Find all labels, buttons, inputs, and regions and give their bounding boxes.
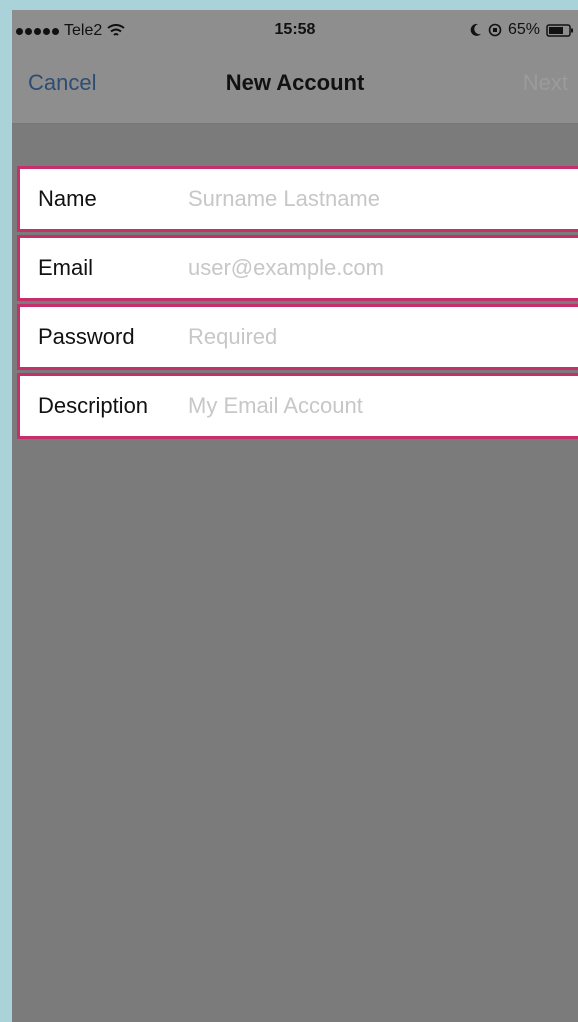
status-right: 65%: [468, 22, 574, 38]
next-button[interactable]: Next: [523, 72, 568, 94]
status-bar: Tele2 15:58 65%: [12, 10, 578, 54]
phone-screen: Tele2 15:58 65% Cancel New Account Next …: [12, 10, 578, 1022]
email-row[interactable]: Email user@example.com: [17, 235, 578, 301]
description-field[interactable]: My Email Account: [188, 395, 363, 417]
rotation-lock-icon: [488, 23, 502, 37]
password-label: Password: [38, 324, 135, 349]
name-label: Name: [38, 186, 97, 211]
navigation-bar: Cancel New Account Next: [12, 54, 578, 123]
email-field[interactable]: user@example.com: [188, 257, 384, 279]
password-row[interactable]: Password Required: [17, 304, 578, 370]
battery-percent: 65%: [507, 21, 540, 38]
name-row[interactable]: Name Surname Lastname: [17, 166, 578, 232]
password-field[interactable]: Required: [188, 326, 277, 348]
account-form: Name Surname Lastname Email user@example…: [17, 166, 578, 439]
description-label: Description: [38, 393, 149, 418]
page-title: New Account: [225, 70, 365, 95]
email-label: Email: [38, 255, 94, 280]
moon-icon: [470, 23, 481, 36]
name-field[interactable]: Surname Lastname: [188, 188, 380, 210]
battery-icon: [546, 23, 573, 37]
description-row[interactable]: Description My Email Account: [17, 373, 578, 439]
header-area: Tele2 15:58 65% Cancel New Account Next: [12, 10, 578, 124]
